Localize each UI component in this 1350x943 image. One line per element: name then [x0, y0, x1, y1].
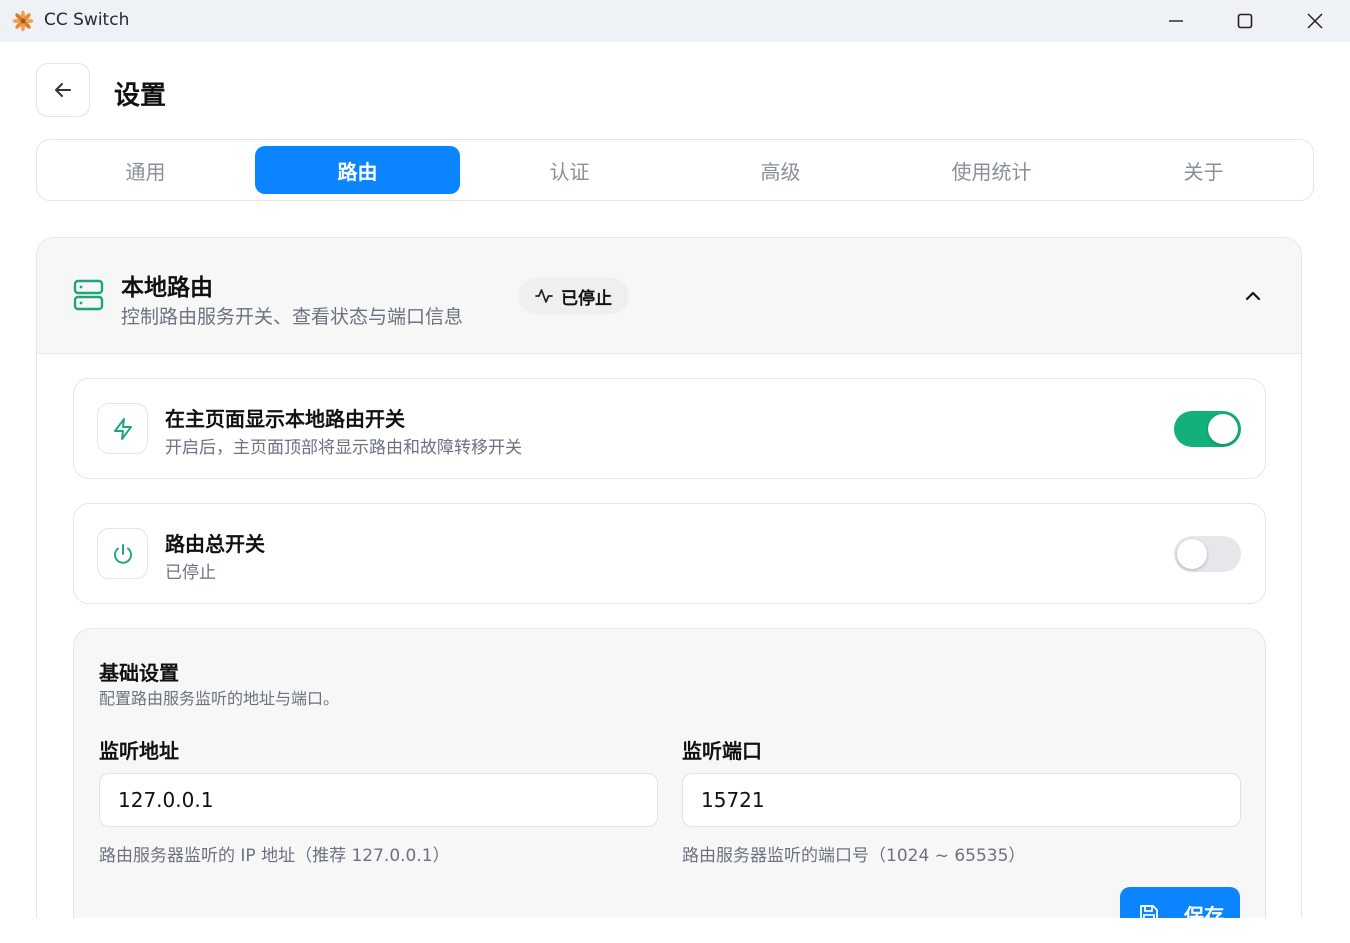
window-title: CC Switch — [44, 10, 130, 30]
status-badge: 已停止 — [518, 278, 629, 314]
minimize-icon — [1169, 20, 1183, 22]
routing-master-toggle-row: 路由总开关 已停止 — [73, 503, 1266, 604]
back-button[interactable] — [36, 63, 90, 117]
row-subtitle: 已停止 — [165, 563, 216, 583]
routing-master-switch[interactable] — [1174, 536, 1241, 572]
close-icon — [1307, 13, 1323, 29]
power-icon — [97, 528, 148, 579]
listen-address-label: 监听地址 — [99, 739, 179, 763]
tab-auth[interactable]: 认证 — [467, 146, 672, 194]
lightning-icon — [97, 403, 148, 454]
section-header[interactable]: 本地路由 控制路由服务开关、查看状态与端口信息 已停止 — [37, 238, 1301, 354]
listen-port-input[interactable] — [682, 773, 1241, 827]
collapse-button[interactable] — [1237, 284, 1269, 308]
local-routing-section: 本地路由 控制路由服务开关、查看状态与端口信息 已停止 在主页面显示本地路由开关… — [36, 237, 1302, 937]
tab-usage-stats[interactable]: 使用统计 — [889, 146, 1094, 194]
status-text: 已停止 — [561, 288, 612, 309]
flower-logo-icon — [12, 10, 34, 32]
title-bar: CC Switch — [0, 0, 1350, 42]
page-title: 设置 — [114, 81, 167, 111]
listen-address-input[interactable] — [99, 773, 658, 827]
show-routing-toggle-row: 在主页面显示本地路由开关 开启后，主页面顶部将显示路由和故障转移开关 — [73, 378, 1266, 479]
activity-icon — [535, 289, 553, 303]
basic-settings-description: 配置路由服务监听的地址与端口。 — [99, 689, 340, 708]
section-description: 控制路由服务开关、查看状态与端口信息 — [121, 306, 464, 328]
listen-port-label: 监听端口 — [682, 739, 762, 763]
settings-tabs: 通用 路由 认证 高级 使用统计 关于 — [36, 139, 1314, 201]
tab-advanced[interactable]: 高级 — [678, 146, 883, 194]
close-button[interactable] — [1280, 0, 1350, 42]
server-icon — [73, 278, 105, 312]
section-title: 本地路由 — [121, 275, 213, 301]
row-title: 在主页面显示本地路由开关 — [165, 407, 405, 431]
maximize-icon — [1237, 13, 1253, 29]
show-routing-switch[interactable] — [1174, 411, 1241, 447]
row-title: 路由总开关 — [165, 532, 265, 556]
chevron-up-icon — [1245, 291, 1261, 301]
listen-port-help: 路由服务器监听的端口号（1024 ~ 65535） — [682, 846, 1026, 866]
maximize-button[interactable] — [1210, 0, 1280, 42]
basic-settings-title: 基础设置 — [99, 661, 179, 685]
minimize-button[interactable] — [1141, 0, 1211, 42]
listen-address-help: 路由服务器监听的 IP 地址（推荐 127.0.0.1） — [99, 846, 450, 866]
tab-routing[interactable]: 路由 — [255, 146, 460, 194]
tab-about[interactable]: 关于 — [1101, 146, 1306, 194]
basic-settings-card: 基础设置 配置路由服务监听的地址与端口。 监听地址 路由服务器监听的 IP 地址… — [73, 628, 1266, 936]
tab-general[interactable]: 通用 — [43, 146, 248, 194]
window-bottom-edge — [0, 918, 1350, 943]
row-subtitle: 开启后，主页面顶部将显示路由和故障转移开关 — [165, 438, 522, 458]
arrow-left-icon — [55, 83, 71, 97]
